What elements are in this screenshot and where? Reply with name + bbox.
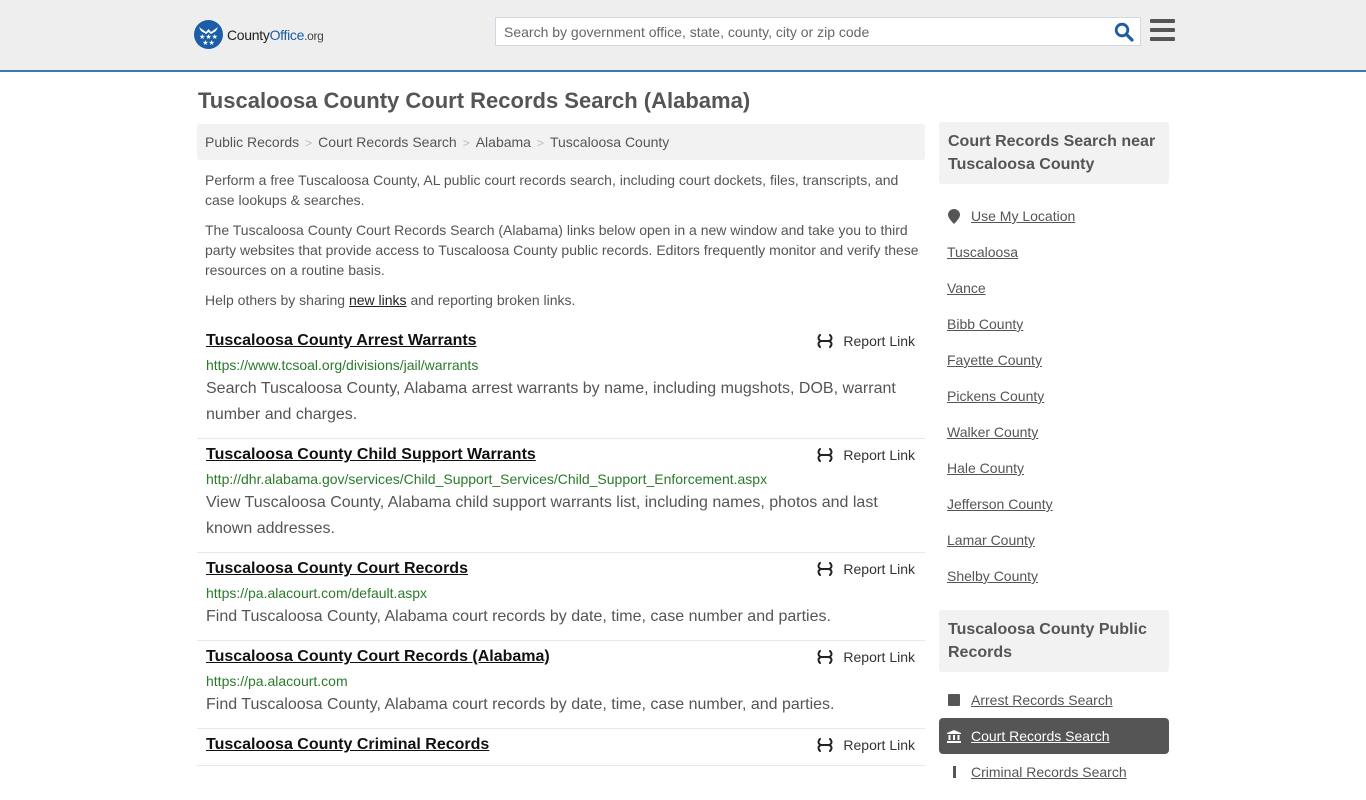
breadcrumb-separator: > [536, 136, 544, 150]
search-icon[interactable] [1114, 22, 1134, 42]
new-links-link[interactable]: new links [349, 292, 407, 308]
nearby-heading: Court Records Search near Tuscaloosa Cou… [939, 122, 1169, 184]
report-link-button[interactable]: Report Link [817, 649, 915, 665]
result-description: Find Tuscaloosa County, Alabama court re… [206, 696, 835, 713]
nearby-link[interactable]: Hale County [947, 460, 1024, 476]
page-title: Tuscaloosa County Court Records Search (… [198, 88, 751, 113]
public-records-item-court: Court Records Search [939, 718, 1169, 754]
nearby-item-fayette-county: Fayette County [939, 342, 1169, 378]
nearby-list: Use My Location Tuscaloosa Vance Bibb Co… [939, 184, 1169, 604]
result-item: Tuscaloosa County Child Support Warrants… [197, 439, 925, 553]
breadcrumb-public-records[interactable]: Public Records [205, 134, 299, 150]
intro-text: Perform a free Tuscaloosa County, AL pub… [205, 170, 920, 320]
report-link-button[interactable]: Report Link [817, 447, 915, 463]
nearby-link[interactable]: Vance [947, 280, 986, 296]
result-title-link[interactable]: Tuscaloosa County Criminal Records [206, 735, 489, 755]
breadcrumb-separator: > [305, 136, 313, 150]
site-header: ★★★ ★★ CountyOffice.org [0, 0, 1366, 72]
nearby-item-lamar-county: Lamar County [939, 522, 1169, 558]
result-item: Tuscaloosa County Court Records https://… [197, 553, 925, 641]
nearby-link[interactable]: Walker County [947, 424, 1038, 440]
breadcrumb-separator: > [462, 136, 470, 150]
report-link-label: Report Link [843, 649, 915, 665]
result-url-link[interactable]: https://pa.alacourt.com/default.aspx [206, 583, 917, 603]
intro-paragraph: Help others by sharing new links and rep… [205, 292, 576, 308]
report-link-button[interactable]: Report Link [817, 333, 915, 349]
nearby-item-bibb-county: Bibb County [939, 306, 1169, 342]
nearby-item-tuscaloosa: Tuscaloosa [939, 234, 1169, 270]
use-my-location-item: Use My Location [939, 198, 1169, 234]
result-url-link[interactable]: http://dhr.alabama.gov/services/Child_Su… [206, 469, 917, 489]
criminal-records-search-link[interactable]: Criminal Records Search [971, 764, 1127, 780]
public-records-heading: Tuscaloosa County Public Records [939, 610, 1169, 672]
nearby-item-vance: Vance [939, 270, 1169, 306]
nearby-link[interactable]: Shelby County [947, 568, 1038, 584]
nearby-link[interactable]: Bibb County [947, 316, 1023, 332]
hamburger-menu-icon[interactable] [1150, 19, 1175, 41]
result-url-link[interactable]: https://pa.alacourt.com [206, 671, 917, 691]
public-records-list: Arrest Records Search Court Records Sear… [939, 672, 1169, 800]
nearby-item-shelby-county: Shelby County [939, 558, 1169, 594]
logo-text-office: Office [269, 26, 305, 43]
result-description: Find Tuscaloosa County, Alabama court re… [206, 608, 831, 625]
breadcrumb-alabama[interactable]: Alabama [476, 134, 531, 150]
eagle-logo-icon: ★★★ ★★ [194, 20, 223, 49]
result-title-link[interactable]: Tuscaloosa County Court Records [206, 559, 468, 579]
report-link-label: Report Link [843, 333, 915, 349]
sidebar: Court Records Search near Tuscaloosa Cou… [939, 122, 1169, 800]
intro-paragraph: Perform a free Tuscaloosa County, AL pub… [205, 172, 899, 208]
result-url-link[interactable]: https://www.tcsoal.org/divisions/jail/wa… [206, 355, 917, 375]
result-description: View Tuscaloosa County, Alabama child su… [206, 494, 878, 537]
breadcrumb-court-records-search[interactable]: Court Records Search [318, 134, 457, 150]
result-item: Tuscaloosa County Court Records (Alabama… [197, 641, 925, 729]
breadcrumb: Public Records > Court Records Search > Alab… [197, 124, 925, 160]
logo-text-tld: .org [304, 28, 324, 43]
broken-link-icon [817, 448, 833, 462]
result-description: Search Tuscaloosa County, Alabama arrest… [206, 380, 896, 423]
report-link-button[interactable]: Report Link [817, 737, 915, 753]
report-link-label: Report Link [843, 447, 915, 463]
courthouse-icon [947, 729, 961, 743]
report-link-label: Report Link [843, 561, 915, 577]
public-records-item-criminal: Criminal Records Search [939, 754, 1169, 790]
report-link-label: Report Link [843, 737, 915, 753]
results-list: Tuscaloosa County Arrest Warrants https:… [197, 325, 925, 766]
result-title-link[interactable]: Tuscaloosa County Court Records (Alabama… [206, 647, 550, 667]
result-title-link[interactable]: Tuscaloosa County Child Support Warrants [206, 445, 536, 465]
intro-paragraph: The Tuscaloosa County Court Records Sear… [205, 222, 919, 278]
use-my-location-link[interactable]: Use My Location [971, 208, 1075, 224]
nearby-item-pickens-county: Pickens County [939, 378, 1169, 414]
nearby-link[interactable]: Pickens County [947, 388, 1044, 404]
court-records-search-link[interactable]: Court Records Search [971, 728, 1110, 744]
site-logo[interactable]: ★★★ ★★ CountyOffice.org [194, 20, 324, 49]
arrest-records-search-link[interactable]: Arrest Records Search [971, 692, 1113, 708]
broken-link-icon [817, 738, 833, 752]
logo-text-county: County [227, 26, 270, 43]
nearby-link[interactable]: Jefferson County [947, 496, 1053, 512]
nearby-item-walker-county: Walker County [939, 414, 1169, 450]
search-input[interactable] [496, 18, 1096, 45]
broken-link-icon [817, 650, 833, 664]
nearby-link[interactable]: Tuscaloosa [947, 244, 1018, 260]
breadcrumb-tuscaloosa-county[interactable]: Tuscaloosa County [550, 134, 669, 150]
square-icon [947, 694, 961, 706]
nearby-link[interactable]: Fayette County [947, 352, 1042, 368]
result-item: Tuscaloosa County Criminal Records Repor… [197, 729, 925, 766]
report-link-button[interactable]: Report Link [817, 561, 915, 577]
search-box [495, 17, 1141, 46]
result-title-link[interactable]: Tuscaloosa County Arrest Warrants [206, 331, 477, 351]
nearby-item-hale-county: Hale County [939, 450, 1169, 486]
nearby-item-jefferson-county: Jefferson County [939, 486, 1169, 522]
broken-link-icon [817, 562, 833, 576]
broken-link-icon [817, 334, 833, 348]
public-records-item-arrest: Arrest Records Search [939, 682, 1169, 718]
nearby-link[interactable]: Lamar County [947, 532, 1035, 548]
result-item: Tuscaloosa County Arrest Warrants https:… [197, 325, 925, 439]
map-pin-icon [947, 208, 961, 224]
